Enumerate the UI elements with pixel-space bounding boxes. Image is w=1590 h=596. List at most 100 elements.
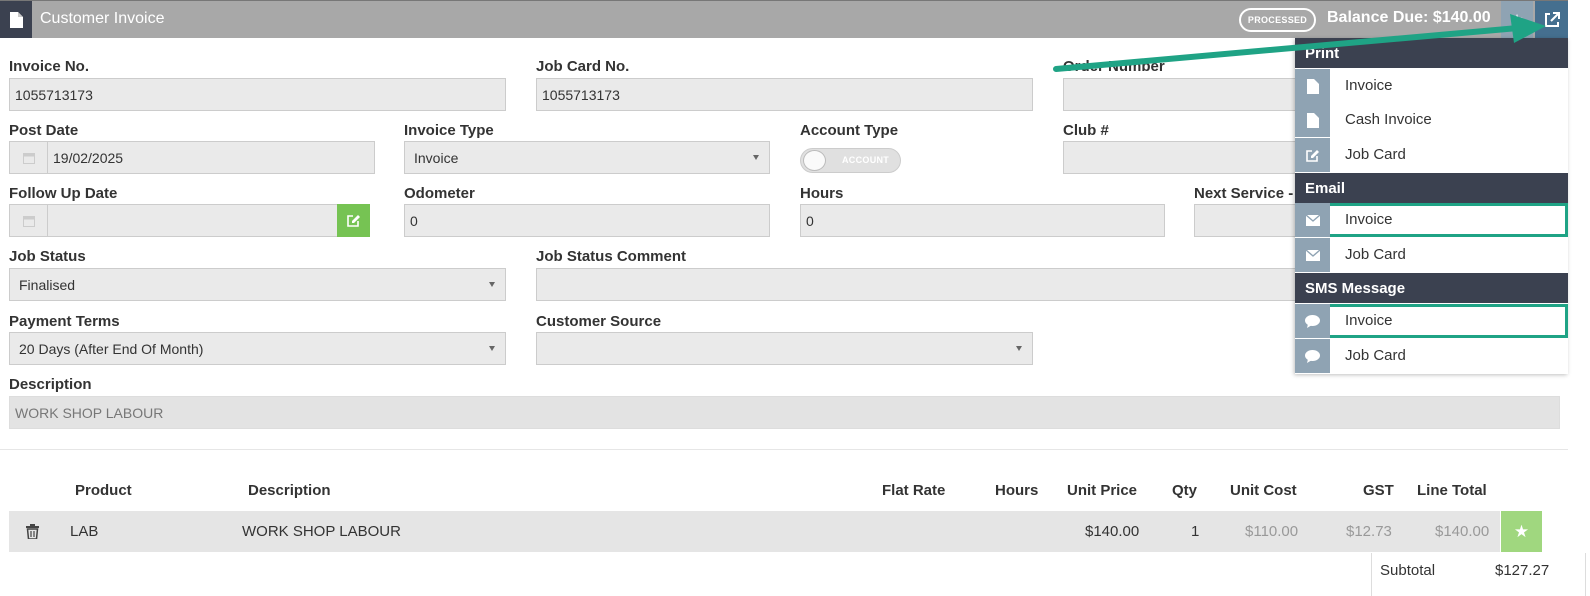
external-link-icon xyxy=(1544,11,1560,27)
menu-item-label: Job Card xyxy=(1345,246,1406,263)
invoice-type-select[interactable]: Invoice xyxy=(404,141,770,174)
description-field[interactable]: WORK SHOP LABOUR xyxy=(9,396,1560,429)
club-no-field[interactable] xyxy=(1063,141,1303,174)
col-line-total: Line Total xyxy=(1417,482,1487,499)
edit-icon xyxy=(1295,138,1330,172)
order-number-field[interactable] xyxy=(1063,78,1303,111)
page-title: Customer Invoice xyxy=(40,10,165,27)
payment-terms-label: Payment Terms xyxy=(9,313,120,330)
calendar-icon[interactable] xyxy=(10,142,48,173)
job-status-select[interactable]: Finalised xyxy=(9,268,506,301)
menu-item-label: Job Card xyxy=(1345,347,1406,364)
post-date-field[interactable]: 19/02/2025 xyxy=(9,141,375,174)
cell-gst: $12.73 xyxy=(1346,523,1392,540)
customer-source-label: Customer Source xyxy=(536,313,662,330)
col-gst: GST xyxy=(1363,482,1394,499)
menu-print-job-card[interactable]: Job Card xyxy=(1295,138,1568,172)
cell-description: WORK SHOP LABOUR xyxy=(242,523,401,540)
menu-sms-invoice[interactable]: Invoice xyxy=(1295,304,1568,338)
chevron-down-icon xyxy=(1016,346,1022,351)
envelope-icon xyxy=(1295,203,1330,237)
subtotal-label: Subtotal xyxy=(1380,562,1436,579)
col-product: Product xyxy=(75,482,132,499)
club-no-label: Club # xyxy=(1063,122,1109,139)
chevron-down-icon xyxy=(489,346,495,351)
file-icon xyxy=(1295,69,1330,103)
account-type-toggle[interactable]: ACCOUNT xyxy=(800,148,901,173)
file-icon xyxy=(1295,103,1330,137)
header-bar: Customer Invoice PROCESSED Balance Due: … xyxy=(0,0,1568,38)
job-status-value: Finalised xyxy=(19,276,76,293)
job-card-no-label: Job Card No. xyxy=(536,58,630,75)
invoice-no-label: Invoice No. xyxy=(9,58,90,75)
hours-label: Hours xyxy=(800,185,844,202)
toggle-label: ACCOUNT xyxy=(842,155,890,165)
cell-unit-price: $140.00 xyxy=(1085,523,1140,540)
col-hours: Hours xyxy=(995,482,1039,499)
cell-qty: 1 xyxy=(1191,523,1200,540)
star-icon: ★ xyxy=(1510,11,1524,27)
menu-item-label: Invoice xyxy=(1345,211,1393,228)
job-status-comment-field[interactable] xyxy=(536,268,1306,301)
customer-source-select[interactable] xyxy=(536,332,1033,365)
menu-email-invoice[interactable]: Invoice xyxy=(1295,203,1568,237)
menu-heading-print: Print xyxy=(1295,38,1568,68)
trash-icon[interactable] xyxy=(26,524,39,544)
star-icon: ★ xyxy=(1513,521,1530,541)
next-service-label: Next Service - xyxy=(1194,185,1294,202)
menu-print-invoice[interactable]: Invoice xyxy=(1295,69,1568,103)
post-date-value: 19/02/2025 xyxy=(53,149,124,166)
actions-dropdown: Print Invoice Cash Invoice Job Card Emai… xyxy=(1295,38,1568,374)
post-date-label: Post Date xyxy=(9,122,79,139)
col-unit-cost: Unit Cost xyxy=(1230,482,1297,499)
open-external-button[interactable] xyxy=(1535,1,1568,38)
invoice-type-value: Invoice xyxy=(414,149,459,166)
chat-bubble-icon xyxy=(1295,304,1330,338)
subtotal-value: $127.27 xyxy=(1495,562,1550,579)
menu-heading-sms: SMS Message xyxy=(1295,273,1568,303)
description-label: Description xyxy=(9,376,92,393)
menu-item-label: Cash Invoice xyxy=(1345,111,1432,128)
edit-icon xyxy=(346,215,360,227)
next-service-field[interactable] xyxy=(1194,204,1304,237)
invoice-no-field[interactable]: 1055713173 xyxy=(9,78,506,111)
col-flat-rate: Flat Rate xyxy=(882,482,946,499)
hours-field[interactable]: 0 xyxy=(800,204,1165,237)
toggle-knob xyxy=(803,150,826,171)
odometer-field[interactable]: 0 xyxy=(404,204,770,237)
account-type-label: Account Type xyxy=(800,122,899,139)
follow-up-date-label: Follow Up Date xyxy=(9,185,118,202)
invoice-type-label: Invoice Type xyxy=(404,122,494,139)
cell-product: LAB xyxy=(70,523,99,540)
follow-up-date-field[interactable] xyxy=(9,204,338,237)
document-icon xyxy=(0,1,32,38)
menu-sms-job-card[interactable]: Job Card xyxy=(1295,339,1568,373)
payment-terms-value: 20 Days (After End Of Month) xyxy=(19,340,204,357)
col-qty: Qty xyxy=(1172,482,1198,499)
col-description: Description xyxy=(248,482,331,499)
customer-invoice-page: Customer Invoice PROCESSED Balance Due: … xyxy=(0,0,1590,596)
calendar-icon[interactable] xyxy=(10,205,48,236)
menu-print-cash-invoice[interactable]: Cash Invoice xyxy=(1295,103,1568,137)
cell-line-total: $140.00 xyxy=(1435,523,1490,540)
menu-item-label: Job Card xyxy=(1345,146,1406,163)
odometer-label: Odometer xyxy=(404,185,475,202)
chat-bubble-icon xyxy=(1295,339,1330,373)
balance-due: Balance Due: $140.00 xyxy=(1327,9,1491,26)
col-unit-price: Unit Price xyxy=(1067,482,1138,499)
section-divider xyxy=(0,449,1568,450)
favorite-button[interactable]: ★ xyxy=(1501,1,1533,38)
chevron-down-icon xyxy=(489,282,495,287)
chevron-down-icon xyxy=(753,155,759,160)
menu-item-label: Invoice xyxy=(1345,312,1393,329)
payment-terms-select[interactable]: 20 Days (After End Of Month) xyxy=(9,332,506,365)
order-number-label: Order Number xyxy=(1063,58,1165,75)
job-card-no-field[interactable]: 1055713173 xyxy=(536,78,1033,111)
edit-follow-up-button[interactable] xyxy=(337,204,370,237)
menu-email-job-card[interactable]: Job Card xyxy=(1295,238,1568,272)
job-status-label: Job Status xyxy=(9,248,86,265)
job-status-comment-label: Job Status Comment xyxy=(536,248,687,265)
cell-unit-cost: $110.00 xyxy=(1245,523,1299,540)
row-favorite-button[interactable]: ★ xyxy=(1501,511,1542,552)
envelope-icon xyxy=(1295,238,1330,272)
